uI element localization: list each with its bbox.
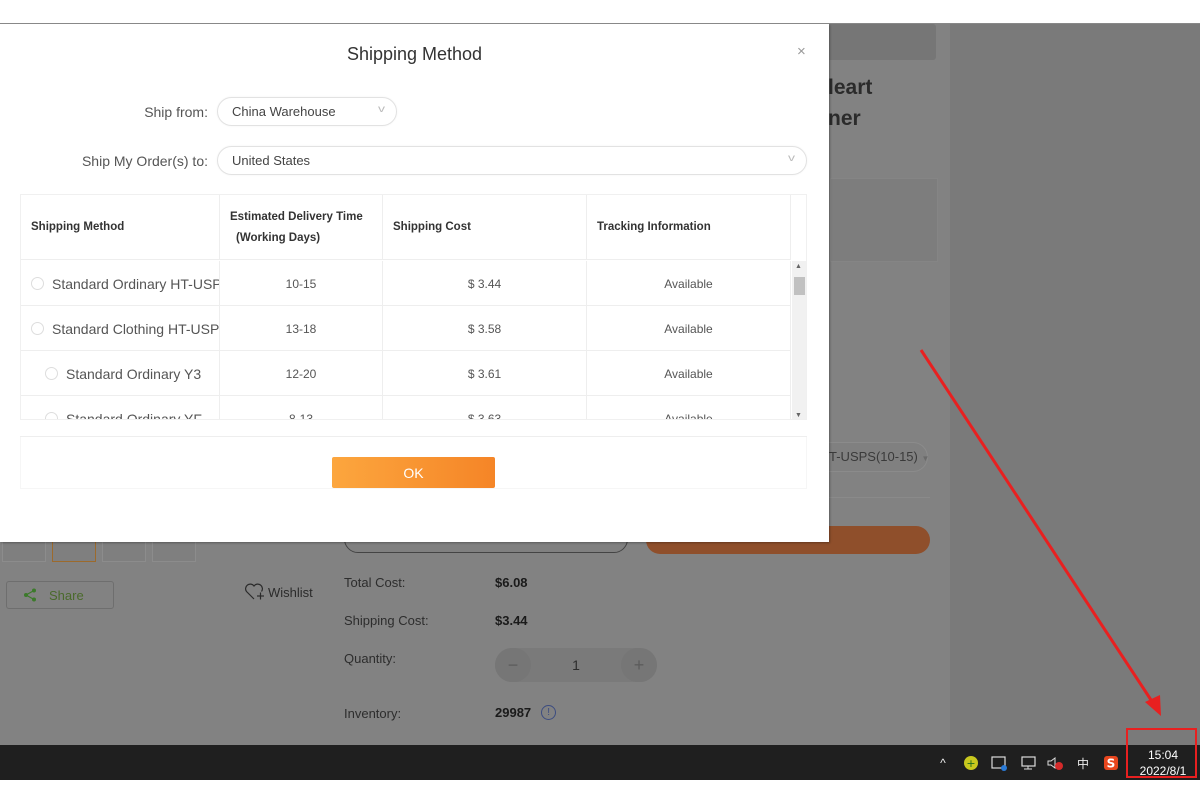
price-box <box>830 178 938 262</box>
tracking-info: Available <box>587 351 791 396</box>
clock-time: 15:04 <box>1147 748 1179 762</box>
network-icon[interactable] <box>1018 754 1036 772</box>
tracking-info: Available <box>587 306 791 351</box>
method-name: Standard Clothing HT-USPS <box>52 320 220 337</box>
volume-muted-icon[interactable] <box>1046 754 1064 772</box>
column-header-delivery-time: Estimated Delivery Time (Working Days) <box>220 195 383 260</box>
tracking-info: Available <box>587 261 791 306</box>
delivery-days: 8-13 <box>220 396 383 419</box>
table-row[interactable]: Standard Ordinary Y3 12-20 $ 3.61 Availa… <box>21 351 791 396</box>
scroll-up-arrow-icon[interactable]: ▲ <box>795 263 802 270</box>
radio-button[interactable] <box>45 412 58 419</box>
quantity-value[interactable]: 1 <box>531 657 621 673</box>
shipping-cost-value: $3.44 <box>495 613 528 628</box>
quantity-stepper: − 1 + <box>495 648 657 682</box>
inventory-value-wrap: 29987 ! <box>495 705 557 720</box>
decrement-button[interactable]: − <box>495 648 531 682</box>
shipping-cost: $ 3.63 <box>383 396 587 419</box>
radio-button[interactable] <box>31 277 44 290</box>
ship-to-select[interactable]: United States v <box>217 146 807 175</box>
delivery-days: 12-20 <box>220 351 383 396</box>
screen: leart ner T-USPS(10-15) ▼ Share Wishlist… <box>0 23 1200 780</box>
table-scrollbar[interactable]: ▲ ▼ <box>792 261 806 419</box>
tracking-info: Available <box>587 396 791 419</box>
system-clock[interactable]: 15:04 2022/8/1 <box>1130 747 1196 779</box>
radio-button[interactable] <box>45 367 58 380</box>
scroll-down-arrow-icon[interactable]: ▼ <box>795 412 802 419</box>
column-header-method: Shipping Method <box>21 195 220 260</box>
shipping-cost: $ 3.44 <box>383 261 587 306</box>
inventory-value: 29987 <box>495 705 532 720</box>
inventory-label: Inventory: <box>344 706 402 721</box>
method-name: Standard Ordinary HT-USPS <box>52 275 220 292</box>
shipping-cost: $ 3.58 <box>383 306 587 351</box>
share-button[interactable]: Share <box>6 581 114 609</box>
product-title-fragment: leart <box>828 76 873 99</box>
delivery-days: 13-18 <box>220 306 383 351</box>
table-row[interactable]: Standard Ordinary HT-USPS 10-15 $ 3.44 A… <box>21 261 791 306</box>
shipping-method-dialog: Shipping Method × Ship from: China Wareh… <box>0 24 829 542</box>
system-tray: ^ + 中 S <box>934 745 1120 780</box>
page-side-area <box>950 24 1200 745</box>
ime-icon[interactable]: 中 <box>1074 754 1092 772</box>
chevron-down-icon: v <box>788 153 795 164</box>
scrollbar-thumb[interactable] <box>794 277 805 295</box>
close-icon[interactable]: × <box>797 43 806 60</box>
chevron-down-icon: v <box>378 104 385 115</box>
table-row[interactable]: Standard Clothing HT-USPS 13-18 $ 3.58 A… <box>21 306 791 351</box>
ship-to-label: Ship My Order(s) to: <box>81 153 208 169</box>
shipping-cost-label: Shipping Cost: <box>344 613 429 628</box>
total-cost-label: Total Cost: <box>344 575 406 590</box>
delivery-days: 10-15 <box>220 261 383 306</box>
product-title-fragment: ner <box>828 107 861 130</box>
info-icon[interactable]: ! <box>541 705 557 720</box>
ok-button[interactable]: OK <box>332 457 495 488</box>
shipping-methods-table: Shipping Method Estimated Delivery Time(… <box>20 194 807 420</box>
column-header-cost: Shipping Cost <box>383 195 587 260</box>
caret-down-icon: ▼ <box>921 454 930 463</box>
heart-plus-icon <box>245 583 264 600</box>
total-cost-value: $6.08 <box>495 575 528 590</box>
column-header-tracking: Tracking Information <box>587 195 791 260</box>
security-app-icon[interactable]: + <box>962 754 980 772</box>
svg-text:S: S <box>1107 757 1116 771</box>
table-body: Standard Ordinary HT-USPS 10-15 $ 3.44 A… <box>21 261 791 420</box>
table-header: Shipping Method Estimated Delivery Time(… <box>21 195 791 260</box>
dialog-title: Shipping Method <box>346 44 483 64</box>
svg-text:+: + <box>966 757 975 770</box>
method-name: Standard Ordinary Y3 <box>66 365 202 382</box>
method-name: Standard Ordinary YF <box>66 410 202 420</box>
increment-button[interactable]: + <box>621 648 657 682</box>
quantity-label: Quantity: <box>344 651 397 666</box>
shipping-cost: $ 3.61 <box>383 351 587 396</box>
display-app-icon[interactable] <box>990 754 1008 772</box>
ship-from-label: Ship from: <box>144 104 208 120</box>
sogou-icon[interactable]: S <box>1102 754 1120 772</box>
share-icon <box>24 588 36 602</box>
chevron-up-icon[interactable]: ^ <box>934 754 952 772</box>
ship-from-select[interactable]: China Warehouse v <box>217 97 397 126</box>
clock-date: 2022/8/1 <box>1139 764 1187 778</box>
windows-taskbar: ^ + 中 S 15:04 2022/8/1 <box>0 745 1200 780</box>
wishlist-button[interactable]: Wishlist <box>244 582 313 602</box>
radio-button[interactable] <box>31 322 44 335</box>
table-row[interactable]: Standard Ordinary YF 8-13 $ 3.63 Availab… <box>21 396 791 420</box>
